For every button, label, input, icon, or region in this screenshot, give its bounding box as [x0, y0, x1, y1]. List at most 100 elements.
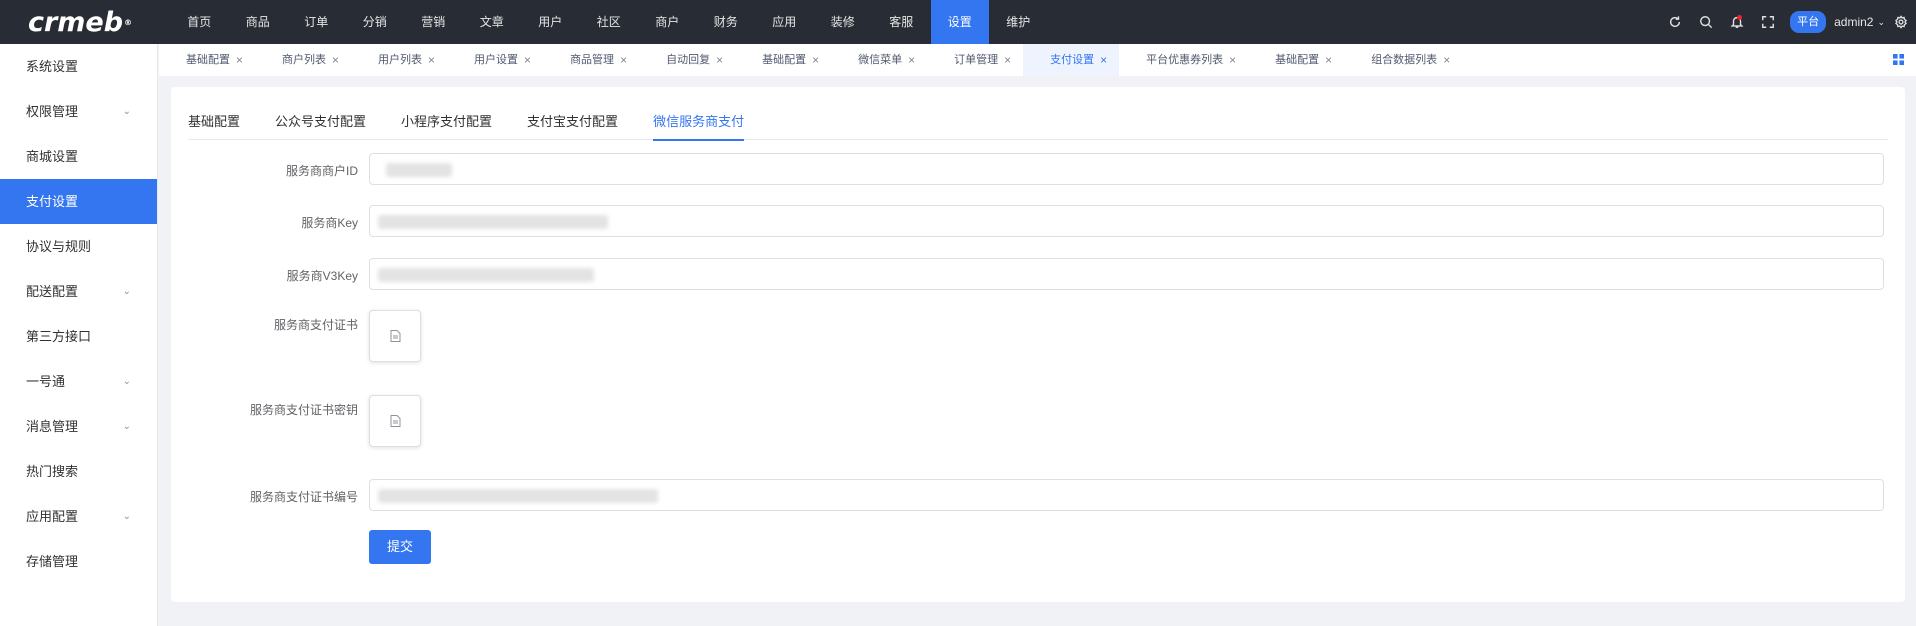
v3key-input[interactable] [369, 258, 1884, 290]
nav-item[interactable]: 财务 [697, 0, 756, 44]
nav-item[interactable]: 应用 [755, 0, 814, 44]
cert-serial-input[interactable] [369, 479, 1884, 511]
tab-label: 订单管理 [954, 54, 999, 66]
sidebar-item[interactable]: 存储管理 [0, 539, 157, 584]
page-tab[interactable]: 组合数据列表 × [1344, 44, 1462, 76]
cert-upload[interactable] [369, 310, 421, 362]
payment-subtab[interactable]: 基础配置 [188, 87, 240, 140]
close-icon[interactable]: × [524, 44, 531, 76]
sidebar-item-label: 消息管理 [26, 419, 79, 434]
sidebar-item-label: 配送配置 [26, 284, 79, 299]
page-tab[interactable]: 商品管理 × [543, 44, 639, 76]
page-tab[interactable]: 基础配置 × [735, 44, 831, 76]
nav-item[interactable]: 用户 [521, 0, 580, 44]
page-tab[interactable]: 支付设置 × [1023, 44, 1120, 76]
fullscreen-icon[interactable] [1752, 0, 1783, 44]
page-tab[interactable]: 用户列表 × [351, 44, 447, 76]
nav-item[interactable]: 营销 [404, 0, 463, 44]
nav-item[interactable]: 商品 [229, 0, 288, 44]
nav-item[interactable]: 首页 [170, 0, 229, 44]
sidebar-item[interactable]: 支付设置 [0, 179, 157, 224]
payment-subtab[interactable]: 微信服务商支付 [653, 87, 745, 141]
close-icon[interactable]: × [1443, 44, 1450, 76]
sidebar-item-label: 商城设置 [26, 149, 79, 164]
search-icon[interactable] [1690, 0, 1721, 44]
close-icon[interactable]: × [236, 44, 243, 76]
payment-subtab[interactable]: 公众号支付配置 [275, 87, 366, 140]
platform-button[interactable]: 平台 [1790, 11, 1827, 33]
tab-label: 组合数据列表 [1371, 54, 1438, 66]
redacted-value [378, 489, 658, 503]
nav-item[interactable]: 维护 [989, 0, 1048, 44]
settings-icon[interactable] [1885, 0, 1916, 44]
tab-label: 微信菜单 [858, 54, 903, 66]
sidebar-item[interactable]: 协议与规则 [0, 224, 157, 269]
top-navbar: crmeb ® 首页 商品 订单 分销 营销 文章 用户 社区 商户 财务 应用 装修 客服 设置 维护 平台… [0, 0, 1916, 44]
sidebar-item-label: 一号通 [26, 374, 66, 389]
refresh-icon[interactable] [1659, 0, 1690, 44]
close-icon[interactable]: × [1004, 44, 1011, 76]
page-tab[interactable]: 平台优惠券列表 × [1119, 44, 1248, 76]
payment-subtab[interactable]: 支付宝支付配置 [527, 87, 618, 140]
sidebar-item[interactable]: 第三方接口 [0, 314, 157, 359]
nav-item[interactable]: 装修 [814, 0, 873, 44]
close-icon[interactable]: × [1325, 44, 1332, 76]
chevron-down-icon: ⌄ [122, 376, 131, 387]
chevron-down-icon: ⌄ [1877, 16, 1885, 27]
page-tab[interactable]: 订单管理 × [927, 44, 1023, 76]
tab-label: 用户设置 [474, 54, 519, 66]
close-icon[interactable]: × [812, 44, 819, 76]
sidebar-item[interactable]: 热门搜索 [0, 449, 157, 494]
sidebar-item[interactable]: 商城设置 [0, 134, 157, 179]
file-icon [390, 415, 400, 427]
nav-item[interactable]: 订单 [287, 0, 346, 44]
logo-text: crmeb [27, 6, 124, 38]
close-icon[interactable]: × [1229, 44, 1236, 76]
close-icon[interactable]: × [716, 44, 723, 76]
cert-key-label: 服务商支付证书密钥 [249, 403, 358, 417]
close-icon[interactable]: × [620, 44, 627, 76]
page-tab[interactable]: 自动回复 × [639, 44, 735, 76]
sidebar-item[interactable]: 系统设置 [0, 44, 157, 89]
username: admin2 [1834, 15, 1874, 29]
bell-icon[interactable] [1721, 0, 1752, 44]
grid-icon[interactable] [1893, 54, 1904, 65]
sidebar-item-label: 应用配置 [26, 509, 79, 524]
close-icon[interactable]: × [428, 44, 435, 76]
sidebar-item[interactable]: 一号通 ⌄ [0, 359, 157, 404]
key-label: 服务商Key [301, 216, 358, 230]
cert-key-upload[interactable] [369, 395, 421, 447]
nav-item[interactable]: 分销 [346, 0, 405, 44]
key-input[interactable] [369, 205, 1884, 237]
nav-item[interactable]: 文章 [463, 0, 522, 44]
close-icon[interactable]: × [332, 44, 339, 76]
merchant-id-label: 服务商商户ID [285, 164, 358, 178]
merchant-id-input[interactable] [369, 153, 1884, 185]
tab-label: 用户列表 [378, 54, 423, 66]
close-icon[interactable]: × [908, 44, 915, 76]
sidebar-item-label: 热门搜索 [26, 464, 79, 479]
nav-item[interactable]: 设置 [930, 0, 989, 44]
page-tab[interactable]: 商户列表 × [255, 44, 351, 76]
sidebar-item[interactable]: 消息管理 ⌄ [0, 404, 157, 449]
user-menu[interactable]: admin2 ⌄ [1834, 15, 1885, 29]
app-logo[interactable]: crmeb ® [0, 0, 160, 44]
page-tab[interactable]: 基础配置 × [1248, 44, 1344, 76]
sidebar-item-label: 第三方接口 [26, 329, 92, 344]
page-tab[interactable]: 微信菜单 × [831, 44, 927, 76]
page-tab[interactable]: 基础配置 × [159, 44, 255, 76]
sidebar-item[interactable]: 配送配置 ⌄ [0, 269, 157, 314]
cert-label: 服务商支付证书 [273, 318, 358, 332]
nav-item[interactable]: 商户 [638, 0, 697, 44]
sidebar-item[interactable]: 应用配置 ⌄ [0, 494, 157, 539]
sidebar-item[interactable]: 权限管理 ⌄ [0, 89, 157, 134]
tab-label: 基础配置 [186, 54, 230, 66]
close-icon[interactable]: × [1100, 44, 1107, 76]
page-tab[interactable]: 用户设置 × [447, 44, 543, 76]
sidebar-item-label: 系统设置 [26, 59, 79, 74]
tab-label: 商品管理 [570, 54, 615, 66]
submit-button[interactable]: 提交 [369, 530, 431, 564]
payment-subtab[interactable]: 小程序支付配置 [401, 87, 492, 140]
nav-item[interactable]: 客服 [872, 0, 931, 44]
nav-item[interactable]: 社区 [580, 0, 639, 44]
